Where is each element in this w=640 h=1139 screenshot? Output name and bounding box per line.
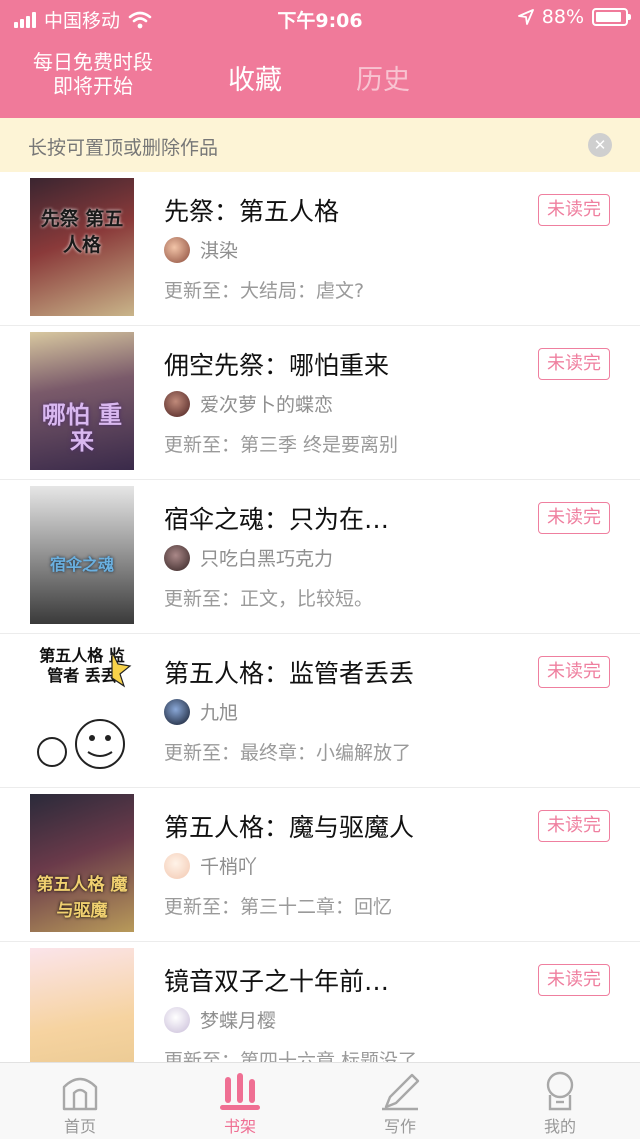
- top-nav: 每日免费时段 即将开始 收藏 历史: [0, 36, 640, 118]
- battery-fill: [596, 12, 621, 22]
- list-item[interactable]: 镜音双子之十年前… 未读完 梦蝶月樱 更新至：第四十六章 标题没了: [0, 942, 640, 1062]
- avatar: [164, 390, 190, 417]
- tab-write-label: 写作: [383, 1117, 416, 1136]
- author-name: 只吃白黑巧克力: [200, 548, 334, 570]
- author-info[interactable]: 淇染: [164, 236, 238, 263]
- notice-text: 长按可置顶或删除作品: [28, 137, 219, 159]
- author-info[interactable]: 九旭: [164, 698, 238, 725]
- author-info[interactable]: 只吃白黑巧克力: [164, 544, 333, 571]
- app-header: 中国移动 下午9:06 88% 每日免费时段 即将开始 收藏 历史: [0, 0, 640, 118]
- avatar: [164, 1006, 190, 1033]
- author-info[interactable]: 千梢吖: [164, 852, 257, 879]
- list-item[interactable]: 第五人格 魔与驱魔 第五人格：魔与驱魔人 未读完 千梢吖 更新至：第三十二章：回…: [0, 788, 640, 942]
- avatar: [164, 236, 190, 263]
- author-name: 梦蝶月樱: [200, 1010, 277, 1032]
- book-cover[interactable]: 宿伞之魂: [30, 486, 134, 624]
- book-title: 第五人格：监管者丢丢: [164, 659, 415, 688]
- cover-title: 哪怕 重来: [41, 401, 123, 455]
- book-cover[interactable]: 第五人格 魔与驱魔: [30, 794, 134, 932]
- author-name: 淇染: [200, 240, 239, 262]
- tab-favorites[interactable]: 收藏: [228, 58, 282, 97]
- tab-bookshelf-label: 书架: [223, 1117, 256, 1136]
- promo-line-2: 即将开始: [53, 74, 133, 98]
- tab-history[interactable]: 历史: [356, 58, 410, 97]
- home-icon: [62, 1077, 98, 1111]
- bottom-tab-bar: 首页 书架 写作 我的: [0, 1062, 640, 1139]
- book-cover[interactable]: 哪怕 重来: [30, 332, 134, 470]
- unread-badge: 未读完: [538, 194, 610, 226]
- author-name: 千梢吖: [200, 856, 258, 878]
- list-item[interactable]: 第五人格 监管者 丢丢 第五人格：监管者丢丢 未读完 九旭 更新至：最终章：小编…: [0, 634, 640, 788]
- location-arrow-icon: [517, 9, 534, 25]
- unread-badge: 未读完: [538, 502, 610, 534]
- tab-home[interactable]: 首页: [0, 1063, 160, 1139]
- author-info[interactable]: 爱次萝卜的蝶恋: [164, 390, 333, 417]
- avatar: [164, 698, 190, 725]
- list-item[interactable]: 哪怕 重来 佣空先祭：哪怕重来 未读完 爱次萝卜的蝶恋 更新至：第三季 终是要离…: [0, 326, 640, 480]
- notice-bar: 长按可置顶或删除作品 ✕: [0, 118, 640, 172]
- battery-percent: 88%: [541, 6, 584, 28]
- tab-home-label: 首页: [63, 1117, 96, 1136]
- update-text: 更新至：第三十二章：回忆: [164, 896, 393, 918]
- promo-line-1: 每日免费时段: [33, 50, 153, 74]
- list-item[interactable]: 先祭 第五人格 先祭：第五人格 未读完 淇染 更新至：大结局：虐文?: [0, 172, 640, 326]
- author-name: 爱次萝卜的蝶恋: [200, 394, 334, 416]
- update-text: 更新至：最终章：小编解放了: [164, 742, 412, 764]
- cover-title: 先祭 第五人格: [40, 208, 124, 256]
- status-right: 88%: [517, 6, 631, 28]
- avatar: [164, 852, 190, 879]
- list-item[interactable]: 宿伞之魂 宿伞之魂：只为在… 未读完 只吃白黑巧克力 更新至：正文，比较短。: [0, 480, 640, 634]
- update-text: 更新至：大结局：虐文?: [164, 280, 365, 302]
- tab-bookshelf[interactable]: 书架: [160, 1063, 320, 1139]
- bookshelf-icon: [220, 1073, 260, 1110]
- book-cover[interactable]: 先祭 第五人格: [30, 178, 134, 316]
- book-cover[interactable]: [30, 948, 134, 1062]
- status-bar: 中国移动 下午9:06 88%: [0, 0, 640, 36]
- tab-profile-label: 我的: [543, 1117, 576, 1136]
- battery-icon: [592, 8, 631, 26]
- unread-badge: 未读完: [538, 964, 610, 996]
- book-title: 第五人格：魔与驱魔人: [164, 813, 415, 842]
- avatar: [164, 544, 190, 571]
- tab-profile[interactable]: 我的: [480, 1063, 640, 1139]
- cartoon-face-icon: [37, 651, 132, 769]
- cover-title: 第五人格 魔与驱魔: [36, 875, 128, 921]
- book-cover[interactable]: 第五人格 监管者 丢丢: [30, 640, 134, 778]
- book-title: 镜音双子之十年前…: [164, 967, 390, 996]
- book-title: 先祭：第五人格: [164, 197, 340, 226]
- unread-badge: 未读完: [538, 810, 610, 842]
- update-text: 更新至：正文，比较短。: [164, 588, 374, 610]
- free-period-promo[interactable]: 每日免费时段 即将开始: [20, 50, 166, 98]
- update-text: 更新至：第四十六章 标题没了: [164, 1050, 418, 1062]
- unread-badge: 未读完: [538, 348, 610, 380]
- tab-write[interactable]: 写作: [320, 1063, 480, 1139]
- update-text: 更新至：第三季 终是要离别: [164, 434, 399, 456]
- book-title: 佣空先祭：哪怕重来: [164, 351, 390, 380]
- unread-badge: 未读完: [538, 656, 610, 688]
- pencil-icon: [382, 1073, 420, 1111]
- cover-title: 宿伞之魂: [49, 555, 114, 574]
- author-info[interactable]: 梦蝶月樱: [164, 1006, 276, 1033]
- book-title: 宿伞之魂：只为在…: [164, 505, 390, 534]
- book-list: 先祭 第五人格 先祭：第五人格 未读完 淇染 更新至：大结局：虐文? 哪怕 重来…: [0, 172, 640, 1062]
- author-name: 九旭: [200, 702, 239, 724]
- close-icon[interactable]: ✕: [588, 133, 612, 157]
- profile-icon: [546, 1071, 574, 1111]
